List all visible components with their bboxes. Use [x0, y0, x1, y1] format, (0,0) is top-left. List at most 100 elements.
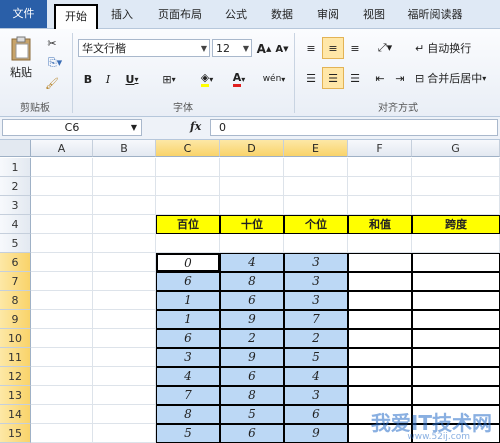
decrease-indent-button[interactable]: ⇤ — [370, 67, 390, 89]
cell[interactable] — [93, 196, 156, 215]
tab-formulas[interactable]: 公式 — [218, 4, 254, 28]
table-data-cell[interactable]: 4 — [156, 367, 220, 386]
row-header-3[interactable]: 3 — [0, 196, 31, 215]
cell[interactable] — [156, 196, 220, 215]
cell[interactable] — [348, 158, 412, 177]
row-header-12[interactable]: 12 — [0, 367, 31, 386]
table-data-cell[interactable]: 2 — [284, 329, 348, 348]
cell[interactable] — [31, 215, 93, 234]
bold-button[interactable]: B — [78, 69, 98, 89]
active-cell[interactable]: 0 — [156, 253, 220, 272]
row-header-10[interactable]: 10 — [0, 329, 31, 348]
table-data-cell[interactable]: 4 — [284, 367, 348, 386]
table-data-cell[interactable]: 6 — [156, 329, 220, 348]
table-empty-cell[interactable] — [348, 310, 412, 329]
cell[interactable] — [31, 253, 93, 272]
cell[interactable] — [31, 272, 93, 291]
cell[interactable] — [31, 158, 93, 177]
cut-button[interactable]: ✂ — [40, 33, 64, 53]
table-data-cell[interactable]: 3 — [284, 253, 348, 272]
row-header-14[interactable]: 14 — [0, 405, 31, 424]
cell[interactable] — [93, 253, 156, 272]
borders-button[interactable]: ⊞ ▾ — [154, 69, 184, 89]
row-header-1[interactable]: 1 — [0, 158, 31, 177]
table-empty-cell[interactable] — [348, 367, 412, 386]
cell[interactable] — [31, 424, 93, 443]
row-header-4[interactable]: 4 — [0, 215, 31, 234]
merge-center-button[interactable]: ⊟ 合并后居中 ▾ — [414, 67, 500, 89]
table-data-cell[interactable]: 7 — [156, 386, 220, 405]
grow-font-button[interactable]: A ▲ — [255, 39, 273, 59]
table-empty-cell[interactable] — [348, 291, 412, 310]
cell[interactable] — [220, 158, 284, 177]
cell[interactable] — [412, 177, 500, 196]
cell[interactable] — [31, 196, 93, 215]
tab-data[interactable]: 数据 — [264, 4, 300, 28]
table-data-cell[interactable]: 5 — [284, 348, 348, 367]
align-top-button[interactable]: ≡ — [300, 37, 322, 59]
table-empty-cell[interactable] — [412, 291, 500, 310]
table-empty-cell[interactable] — [412, 272, 500, 291]
table-data-cell[interactable]: 8 — [156, 405, 220, 424]
cell[interactable] — [348, 234, 412, 253]
cell[interactable] — [412, 196, 500, 215]
table-data-cell[interactable]: 6 — [284, 405, 348, 424]
phonetic-button[interactable]: wén ▾ — [258, 69, 290, 89]
cell[interactable] — [348, 196, 412, 215]
table-data-cell[interactable]: 2 — [220, 329, 284, 348]
table-header-cell[interactable]: 和值 — [348, 215, 412, 234]
cell[interactable] — [220, 196, 284, 215]
cell[interactable] — [31, 310, 93, 329]
table-header-cell[interactable]: 十位 — [220, 215, 284, 234]
cell[interactable] — [93, 234, 156, 253]
cell[interactable] — [412, 234, 500, 253]
cell[interactable] — [220, 234, 284, 253]
table-header-cell[interactable]: 跨度 — [412, 215, 500, 234]
name-box[interactable]: C6 ▼ — [2, 119, 142, 136]
row-header-2[interactable]: 2 — [0, 177, 31, 196]
paste-button[interactable]: 粘贴 — [4, 31, 38, 85]
underline-button[interactable]: U ▾ — [118, 69, 146, 89]
table-header-cell[interactable]: 百位 — [156, 215, 220, 234]
font-name-combo[interactable]: 华文行楷 ▼ — [78, 39, 210, 57]
table-header-cell[interactable]: 个位 — [284, 215, 348, 234]
cell[interactable] — [93, 329, 156, 348]
row-header-5[interactable]: 5 — [0, 234, 31, 253]
tab-insert[interactable]: 插入 — [104, 4, 140, 28]
table-data-cell[interactable]: 9 — [220, 348, 284, 367]
cell[interactable] — [31, 367, 93, 386]
align-middle-button[interactable]: ≡ — [322, 37, 344, 59]
cell[interactable] — [156, 234, 220, 253]
tab-view[interactable]: 视图 — [356, 4, 392, 28]
insert-function-icon[interactable]: fx — [190, 120, 201, 133]
tab-foxit-reader[interactable]: 福昕阅读器 — [400, 4, 470, 28]
row-header-6[interactable]: 6 — [0, 253, 31, 272]
cell[interactable] — [93, 424, 156, 443]
row-header-15[interactable]: 15 — [0, 424, 31, 443]
cell[interactable] — [93, 386, 156, 405]
row-header-8[interactable]: 8 — [0, 291, 31, 310]
cell[interactable] — [93, 215, 156, 234]
format-painter-button[interactable]: 🖌 — [40, 73, 64, 93]
table-data-cell[interactable]: 7 — [284, 310, 348, 329]
column-header-c[interactable]: C — [156, 140, 220, 157]
fill-color-button[interactable]: ◈ ▾ — [192, 69, 222, 89]
table-data-cell[interactable]: 4 — [220, 253, 284, 272]
table-data-cell[interactable]: 1 — [156, 310, 220, 329]
copy-button[interactable]: ⎘▾ — [40, 53, 70, 73]
table-data-cell[interactable]: 8 — [220, 386, 284, 405]
italic-button[interactable]: I — [98, 69, 118, 89]
cell[interactable] — [412, 158, 500, 177]
cell[interactable] — [31, 348, 93, 367]
font-size-combo[interactable]: 12 ▼ — [212, 39, 252, 57]
table-empty-cell[interactable] — [412, 367, 500, 386]
cell[interactable] — [31, 329, 93, 348]
font-color-button[interactable]: A ▾ — [224, 69, 254, 89]
table-empty-cell[interactable] — [348, 348, 412, 367]
wrap-text-button[interactable]: ↵ 自动换行 — [414, 37, 498, 59]
table-data-cell[interactable]: 9 — [284, 424, 348, 443]
cell[interactable] — [93, 177, 156, 196]
cell[interactable] — [31, 177, 93, 196]
column-header-b[interactable]: B — [93, 140, 156, 157]
cell[interactable] — [284, 234, 348, 253]
